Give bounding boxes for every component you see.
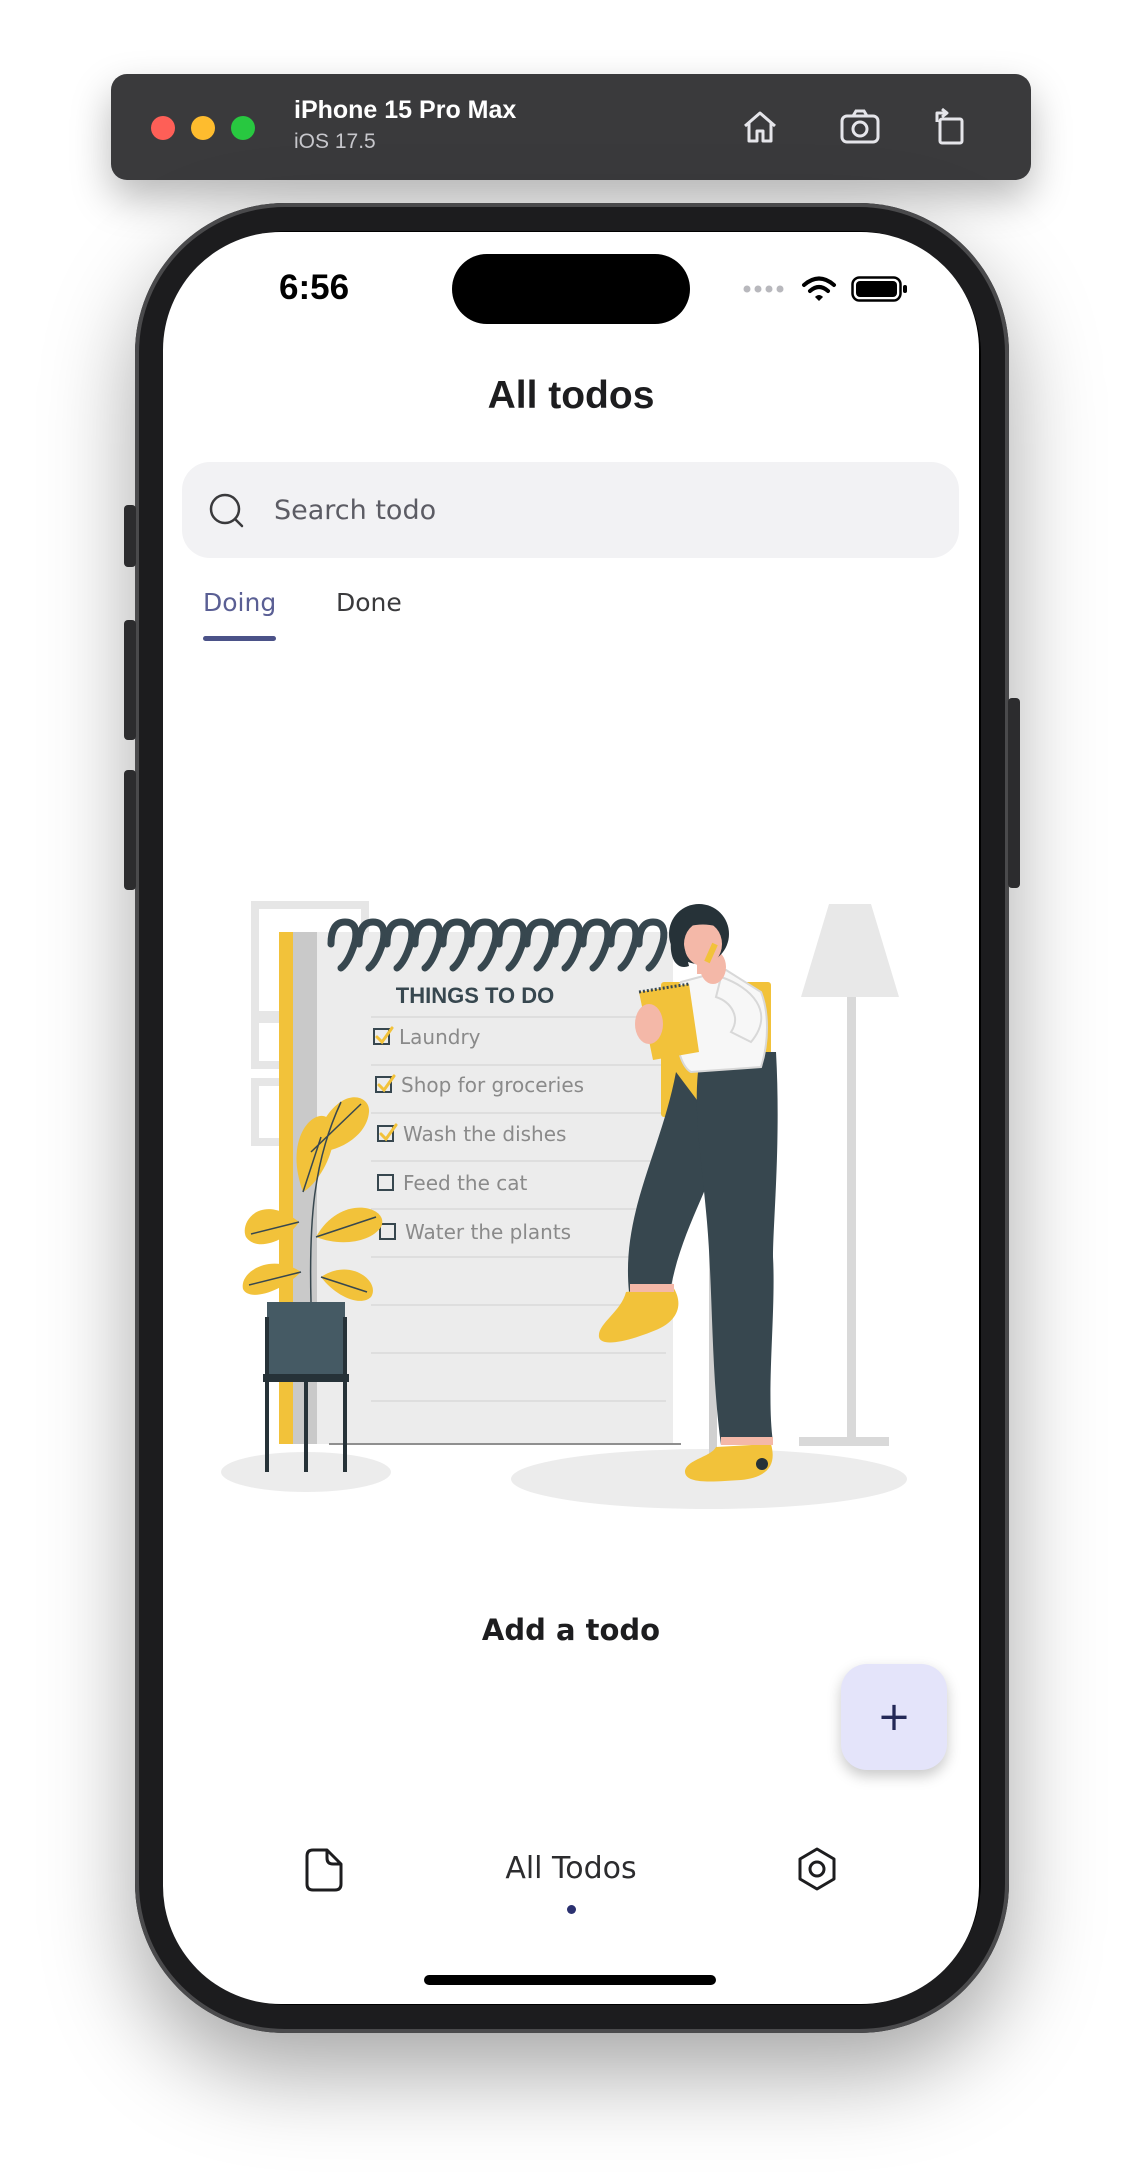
rotate-icon[interactable] bbox=[925, 102, 975, 152]
search-bar[interactable] bbox=[182, 462, 959, 558]
simulator-toolbar: iPhone 15 Pro Max iOS 17.5 bbox=[111, 74, 1031, 180]
tab-doing[interactable]: Doing bbox=[203, 588, 276, 617]
device-name: iPhone 15 Pro Max bbox=[294, 96, 517, 124]
screenshot-icon[interactable] bbox=[835, 102, 885, 152]
zoom-window-button[interactable] bbox=[231, 116, 255, 140]
power-button bbox=[1008, 698, 1020, 888]
status-time: 6:56 bbox=[279, 268, 350, 307]
home-icon[interactable] bbox=[735, 102, 785, 152]
tab-done[interactable]: Done bbox=[336, 588, 402, 617]
tab-selected-indicator bbox=[203, 636, 276, 641]
nav-all-todos[interactable]: All Todos bbox=[163, 1851, 979, 1886]
checklist-item: Water the plants bbox=[405, 1220, 571, 1244]
action-button bbox=[124, 505, 136, 567]
checklist-item: Laundry bbox=[399, 1025, 481, 1049]
app-screen: 6:56 All todos Doing Done bbox=[163, 232, 979, 2004]
minimize-window-button[interactable] bbox=[191, 116, 215, 140]
checklist-item: Wash the dishes bbox=[403, 1122, 566, 1146]
nav-active-indicator bbox=[567, 1905, 576, 1914]
empty-state-cta: Add a todo bbox=[481, 1613, 661, 1647]
dynamic-island bbox=[452, 254, 690, 324]
search-icon bbox=[209, 493, 244, 528]
checklist-item: Shop for groceries bbox=[401, 1073, 584, 1097]
status-icons bbox=[743, 272, 909, 306]
cellular-icon bbox=[743, 285, 784, 293]
checklist-heading: THINGS TO DO bbox=[396, 983, 555, 1008]
close-window-button[interactable] bbox=[151, 116, 175, 140]
volume-up-button bbox=[124, 620, 136, 740]
page-title: All todos bbox=[487, 374, 655, 417]
battery-icon bbox=[851, 276, 907, 302]
settings-icon[interactable] bbox=[794, 1846, 840, 1892]
checklist-item: Feed the cat bbox=[403, 1171, 528, 1195]
search-input[interactable] bbox=[274, 488, 914, 532]
empty-state-illustration: THINGS TO DO Laundry Shop for groceries … bbox=[221, 901, 907, 1509]
volume-down-button bbox=[124, 770, 136, 890]
plus-icon: + bbox=[877, 1694, 911, 1740]
add-todo-button[interactable]: + bbox=[841, 1664, 947, 1770]
home-indicator[interactable] bbox=[424, 1975, 716, 1985]
wifi-icon bbox=[802, 276, 836, 301]
os-version: iOS 17.5 bbox=[294, 130, 376, 153]
